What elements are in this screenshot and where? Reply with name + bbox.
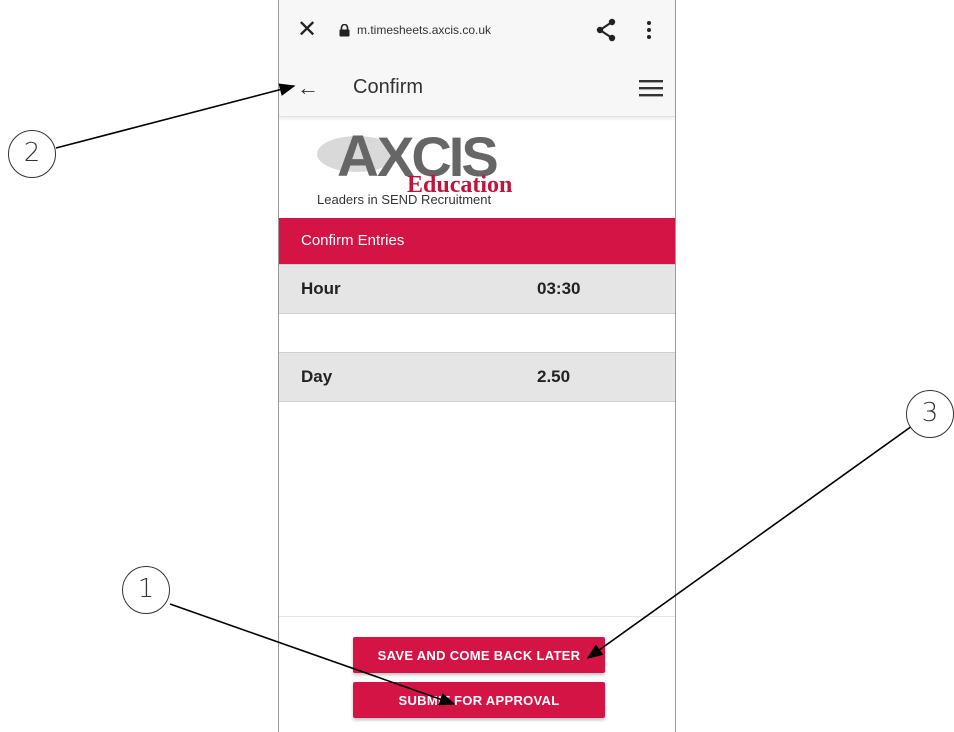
arrow-2: [55, 83, 296, 149]
annotation-arrows: [55, 83, 913, 706]
callout-2: 2: [8, 130, 56, 178]
callout-3: 3: [906, 390, 954, 438]
arrow-3: [586, 425, 913, 659]
arrow-1: [169, 603, 456, 706]
callout-1: 1: [122, 566, 170, 614]
